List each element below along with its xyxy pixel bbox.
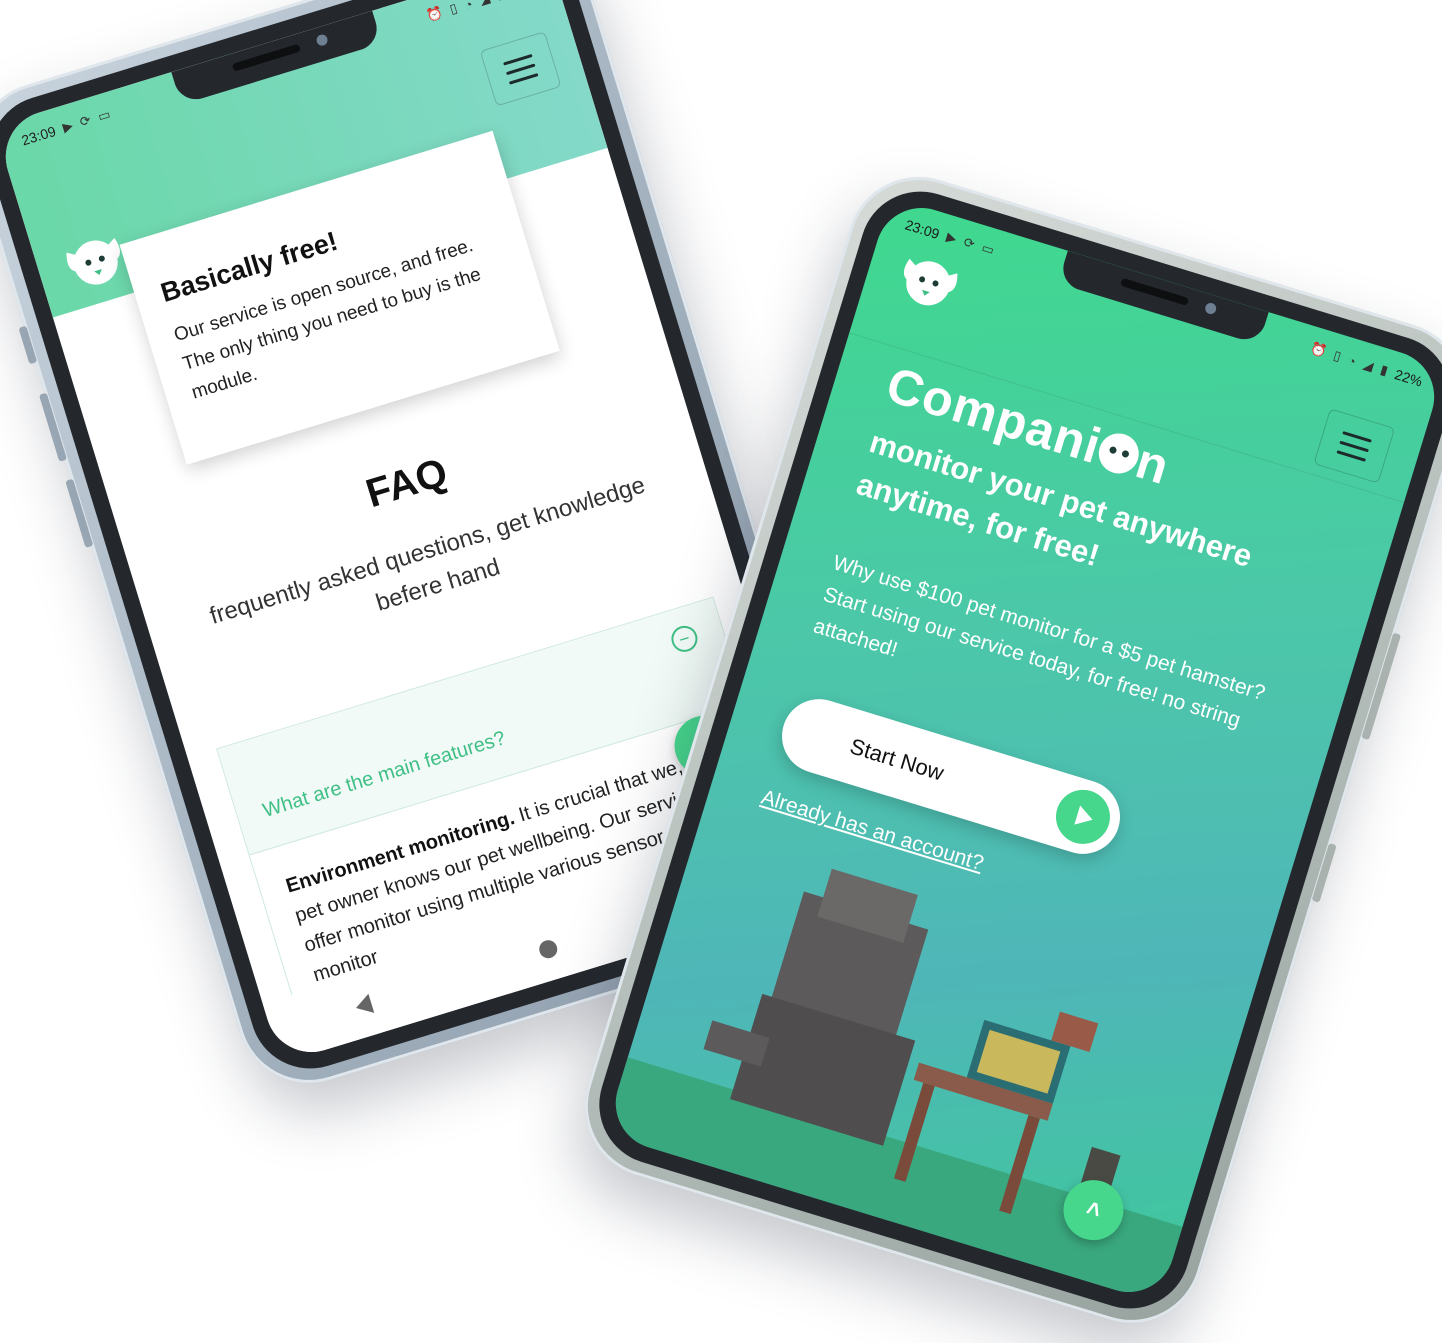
wifi-icon: ◔	[1346, 352, 1358, 369]
battery-percent: 22%	[1392, 366, 1425, 390]
play-icon	[1049, 783, 1117, 851]
youtube-icon: ▶	[60, 117, 75, 135]
voxel-dog-illustration	[604, 868, 1183, 1304]
vibrate-icon: ▯	[447, 0, 460, 17]
sync-icon: ⟳	[77, 112, 93, 130]
dog-logo-icon[interactable]	[891, 246, 967, 318]
collapse-icon[interactable]: −	[668, 622, 701, 656]
menu-button[interactable]	[479, 31, 562, 107]
sync-icon: ⟳	[961, 234, 977, 252]
menu-button[interactable]	[1313, 408, 1396, 484]
menu-line	[1336, 449, 1367, 462]
dog-logo-icon[interactable]	[57, 225, 133, 297]
menu-line	[508, 72, 539, 85]
home-icon[interactable]	[537, 937, 560, 961]
front-camera	[1203, 301, 1218, 316]
wifi-icon: ◔	[462, 0, 475, 13]
phone-hero: 23:09 ▶ ⟳ ▭ ⏰ ▯ ◔ ◢ ▮ 22% Compani n moni…	[566, 159, 1442, 1341]
brand-title-suffix: n	[1129, 432, 1177, 496]
menu-line	[1339, 440, 1370, 452]
front-camera	[315, 33, 329, 48]
signal-icon: ◢	[1361, 356, 1376, 374]
signal-icon: ◢	[477, 0, 491, 8]
menu-line	[505, 63, 536, 75]
vibrate-icon: ▯	[1331, 347, 1343, 364]
youtube-icon: ▶	[944, 229, 959, 247]
laptop-icon: ▭	[96, 106, 113, 125]
start-now-label: Start Now	[847, 733, 947, 786]
alarm-icon: ⏰	[1308, 340, 1329, 360]
menu-line	[1342, 430, 1372, 443]
back-icon[interactable]	[353, 993, 375, 1018]
alarm-icon: ⏰	[424, 4, 445, 24]
battery-icon: ▮	[1378, 361, 1390, 379]
menu-line	[502, 53, 533, 66]
phone-screen: 23:09 ▶ ⟳ ▭ ⏰ ▯ ◔ ◢ ▮ 22%	[604, 196, 1442, 1304]
laptop-icon: ▭	[979, 239, 997, 258]
battery-icon: ▮	[495, 0, 507, 3]
